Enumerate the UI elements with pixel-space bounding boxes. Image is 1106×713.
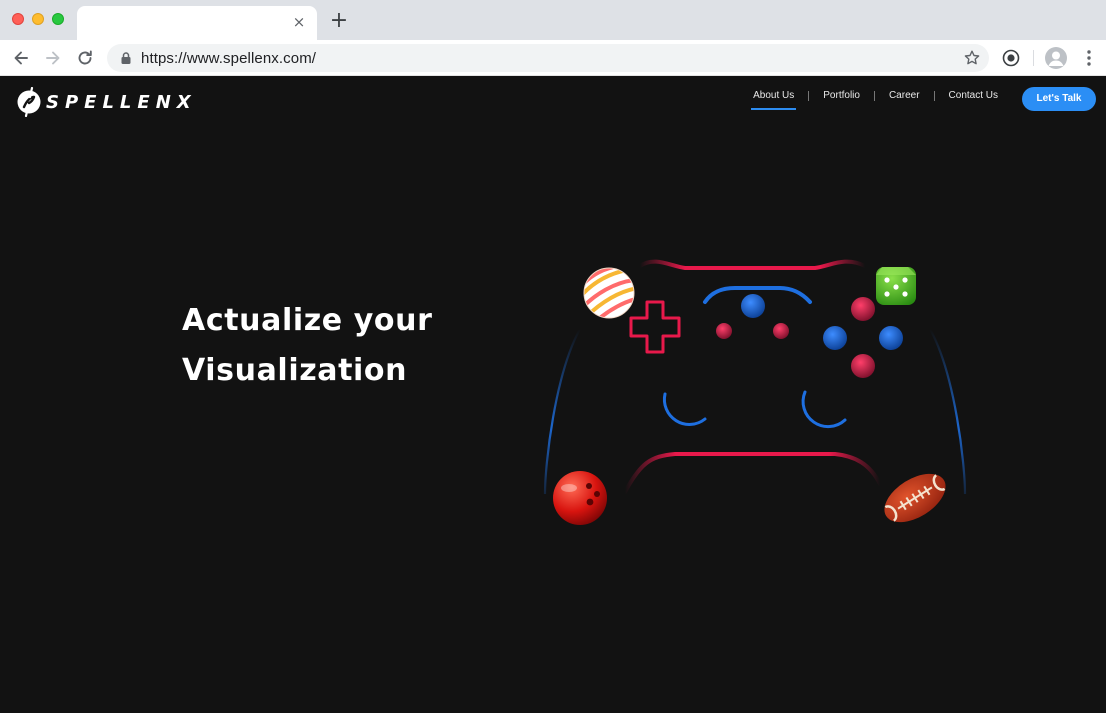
tab-close-icon[interactable]: × — [291, 14, 307, 30]
site-logo[interactable]: SPELLENX — [16, 86, 197, 118]
minimize-window-button[interactable] — [32, 13, 44, 25]
select-button — [716, 323, 732, 339]
kebab-menu-icon[interactable] — [1081, 48, 1097, 68]
dpad-icon — [629, 300, 681, 354]
face-button-left — [823, 326, 847, 350]
nav-portfolio[interactable]: Portfolio — [809, 90, 874, 101]
web-page: SPELLENX About Us Portfolio Career Conta… — [0, 76, 1106, 713]
face-button-top — [851, 297, 875, 321]
browser-tab-bar: × + — [0, 0, 1106, 40]
new-tab-button[interactable]: + — [329, 10, 349, 32]
back-arrow-icon[interactable] — [10, 47, 32, 69]
main-navigation: About Us Portfolio Career Contact Us — [739, 90, 1012, 110]
nav-career[interactable]: Career — [875, 90, 934, 101]
game-controller-illustration — [543, 259, 967, 525]
left-stick — [662, 392, 707, 426]
close-window-button[interactable] — [12, 13, 24, 25]
reload-icon[interactable] — [74, 47, 96, 69]
logo-wordmark: SPELLENX — [46, 91, 197, 113]
controller-left-edge — [543, 328, 581, 495]
browser-tab[interactable]: × — [77, 6, 317, 40]
bowling-ball-icon — [553, 471, 607, 525]
lets-talk-button[interactable]: Let's Talk — [1022, 87, 1096, 111]
lock-icon — [121, 52, 131, 64]
face-button-right — [879, 326, 903, 350]
toolbar-divider — [1033, 50, 1034, 66]
face-button-bottom — [851, 354, 875, 378]
nav-about-us[interactable]: About Us — [739, 90, 808, 110]
controller-right-edge — [929, 328, 967, 495]
profile-icon[interactable] — [1045, 47, 1067, 69]
bottom-grip-bar — [623, 452, 882, 494]
url-text[interactable]: https://www.spellenx.com/ — [141, 50, 316, 67]
top-bumper — [638, 259, 867, 270]
hero-line-2: Visualization — [182, 353, 408, 388]
football-icon — [884, 473, 946, 523]
hero-heading: Actualize your Visualization — [182, 296, 502, 396]
logo-mark-icon — [17, 87, 41, 117]
nav-contact-us[interactable]: Contact Us — [935, 90, 1012, 101]
maximize-window-button[interactable] — [52, 13, 64, 25]
forward-arrow-icon[interactable] — [42, 47, 64, 69]
home-button — [741, 294, 765, 318]
star-icon[interactable] — [963, 49, 981, 67]
hero-line-1: Actualize your — [182, 303, 433, 338]
start-button — [773, 323, 789, 339]
address-bar[interactable]: https://www.spellenx.com/ — [107, 44, 989, 72]
dice-icon — [876, 267, 916, 305]
right-stick — [801, 390, 847, 429]
extension-icon[interactable] — [1001, 48, 1021, 68]
browser-toolbar: https://www.spellenx.com/ — [0, 40, 1106, 76]
